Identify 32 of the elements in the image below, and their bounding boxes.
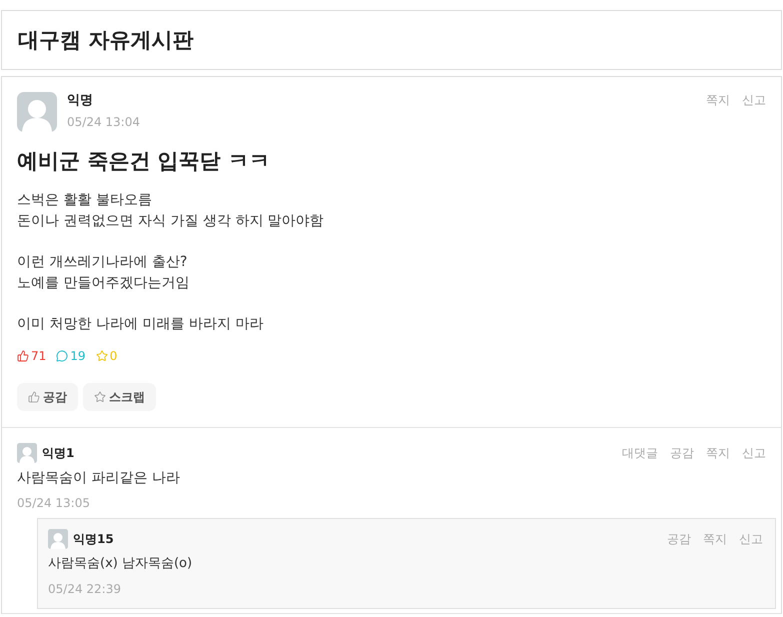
thumbs-up-icon bbox=[28, 391, 40, 403]
action-link[interactable]: 공감 bbox=[667, 531, 691, 547]
post-title: 예비군 죽은건 입꾹닫 ㅋㅋ bbox=[17, 148, 270, 175]
post-time: 05/24 13:04 bbox=[67, 114, 140, 130]
action-link[interactable]: 쪽지 bbox=[706, 445, 730, 461]
action-link[interactable]: 대댓글 bbox=[622, 445, 658, 461]
scrap-count: 0 bbox=[110, 348, 118, 364]
scrap-button[interactable]: 스크랩 bbox=[83, 383, 156, 411]
post-author: 익명 bbox=[67, 93, 94, 109]
comment-time: 05/24 22:39 bbox=[48, 581, 121, 597]
post-paragraph: 스벅은 활활 불타오름 돈이나 권력없으면 자식 가질 생각 하지 말아야함 bbox=[17, 191, 324, 231]
comment-author: 익명15 bbox=[73, 531, 114, 547]
star-icon bbox=[94, 391, 106, 403]
action-link[interactable]: 쪽지 bbox=[706, 92, 730, 108]
avatar-icon bbox=[48, 529, 68, 549]
comment-author: 익명1 bbox=[42, 445, 74, 461]
action-link[interactable]: 쪽지 bbox=[703, 531, 727, 547]
avatar-icon bbox=[17, 443, 37, 463]
action-link[interactable]: 공감 bbox=[670, 445, 694, 461]
comment-text: 사람목숨이 파리같은 나라 bbox=[17, 469, 180, 488]
board-title: 대구캠 자유게시판 bbox=[18, 27, 194, 54]
like-button[interactable]: 공감 bbox=[17, 383, 78, 411]
post-paragraph: 이미 처망한 나라에 미래를 바라지 마라 bbox=[17, 315, 264, 334]
comment-time: 05/24 13:05 bbox=[17, 495, 90, 511]
comment-text: 사람목숨(x) 남자목숨(o) bbox=[48, 555, 192, 573]
action-link[interactable]: 신고 bbox=[739, 531, 763, 547]
action-link[interactable]: 신고 bbox=[742, 445, 766, 461]
comment-count: 19 bbox=[70, 348, 86, 364]
like-count: 71 bbox=[31, 348, 46, 364]
post-paragraph: 이런 개쓰레기나라에 출산? 노예를 만들어주겠다는거임 bbox=[17, 253, 190, 293]
action-link[interactable]: 신고 bbox=[742, 92, 766, 108]
avatar-icon bbox=[17, 92, 57, 132]
